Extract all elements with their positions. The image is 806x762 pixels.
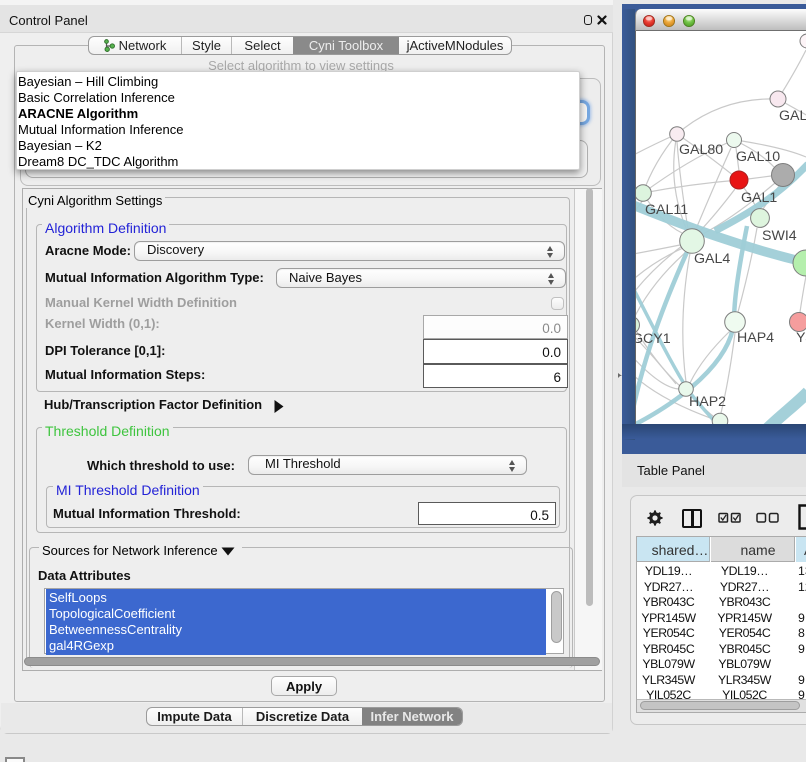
svg-text:GAL2: GAL2 xyxy=(779,108,806,124)
svg-text:YJ: YJ xyxy=(796,330,806,346)
svg-text:HAP2: HAP2 xyxy=(689,394,726,410)
svg-text:GAL1: GAL1 xyxy=(741,190,777,206)
svg-text:GCY1: GCY1 xyxy=(636,331,671,347)
svg-text:GAL10: GAL10 xyxy=(736,149,780,165)
svg-text:SWI4: SWI4 xyxy=(762,228,797,244)
svg-text:GAL4: GAL4 xyxy=(694,251,730,267)
svg-text:GAL80: GAL80 xyxy=(679,142,723,158)
svg-text:HAP4: HAP4 xyxy=(737,330,774,346)
svg-text:GAL11: GAL11 xyxy=(645,202,688,218)
